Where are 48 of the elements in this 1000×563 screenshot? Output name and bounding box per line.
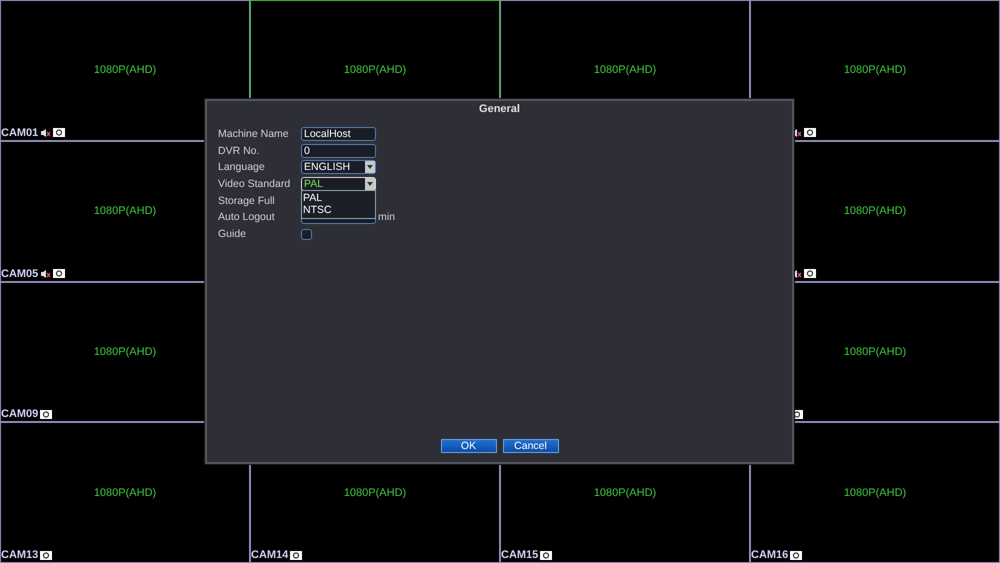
camera-icon xyxy=(40,550,52,560)
resolution-label: 1080P(AHD) xyxy=(94,346,156,358)
caret-icon xyxy=(367,182,373,186)
field-label: Storage Full xyxy=(218,194,276,207)
checkbox[interactable] xyxy=(301,228,312,240)
camera-icon xyxy=(53,269,66,278)
dropdown[interactable]: PAL xyxy=(301,177,376,192)
camera-icon xyxy=(804,269,816,278)
camera-label: CAM14 xyxy=(251,549,288,561)
resolution-label: 1080P(AHD) xyxy=(94,486,156,499)
dropdown[interactable]: ENGLISH xyxy=(301,160,376,174)
resolution-label: 1080P(AHD) xyxy=(344,64,406,76)
resolution-label: 1080P(AHD) xyxy=(844,205,906,218)
camera-label: CAM01 xyxy=(1,126,38,139)
field-label: Machine Name xyxy=(218,128,290,140)
camera-icon xyxy=(790,550,802,560)
field-label: DVR No. xyxy=(218,144,260,157)
resolution-label: 1080P(AHD) xyxy=(344,486,406,499)
camera-icon xyxy=(540,550,552,560)
camera-label: CAM09 xyxy=(1,408,38,420)
field-label: Guide xyxy=(218,228,248,240)
camera-label: CAM13 xyxy=(1,549,38,561)
caret-icon xyxy=(367,165,373,170)
camera-label: CAM15 xyxy=(501,549,538,561)
resolution-label: 1080P(AHD) xyxy=(94,64,156,76)
dropdown-option[interactable]: PAL xyxy=(303,192,374,204)
resolution-label: 1080P(AHD) xyxy=(594,486,656,499)
resolution-label: 1080P(AHD) xyxy=(844,64,906,76)
resolution-label: 1080P(AHD) xyxy=(94,205,156,218)
camera-icon xyxy=(53,128,66,138)
resolution-label: 1080P(AHD) xyxy=(844,486,906,499)
field-label: Video Standard xyxy=(218,178,292,190)
field-label: Auto Logout xyxy=(218,211,276,224)
text-field[interactable]: LocalHost xyxy=(301,127,376,141)
text-field[interactable]: 0 xyxy=(301,144,376,158)
camera-icon xyxy=(290,550,302,560)
camera-icon xyxy=(804,128,816,138)
camera-label: CAM16 xyxy=(751,549,788,561)
dialog-title: General xyxy=(478,102,521,117)
dialog-button[interactable]: Cancel xyxy=(502,439,558,453)
dialog-button[interactable]: OK xyxy=(440,439,496,453)
camera-icon xyxy=(40,410,52,419)
camera-label: CAM05 xyxy=(1,268,38,280)
unit-label: min xyxy=(378,211,395,224)
resolution-label: 1080P(AHD) xyxy=(844,346,906,358)
field-label: Language xyxy=(218,161,266,174)
dropdown-option[interactable]: NTSC xyxy=(303,204,374,216)
resolution-label: 1080P(AHD) xyxy=(594,64,656,76)
